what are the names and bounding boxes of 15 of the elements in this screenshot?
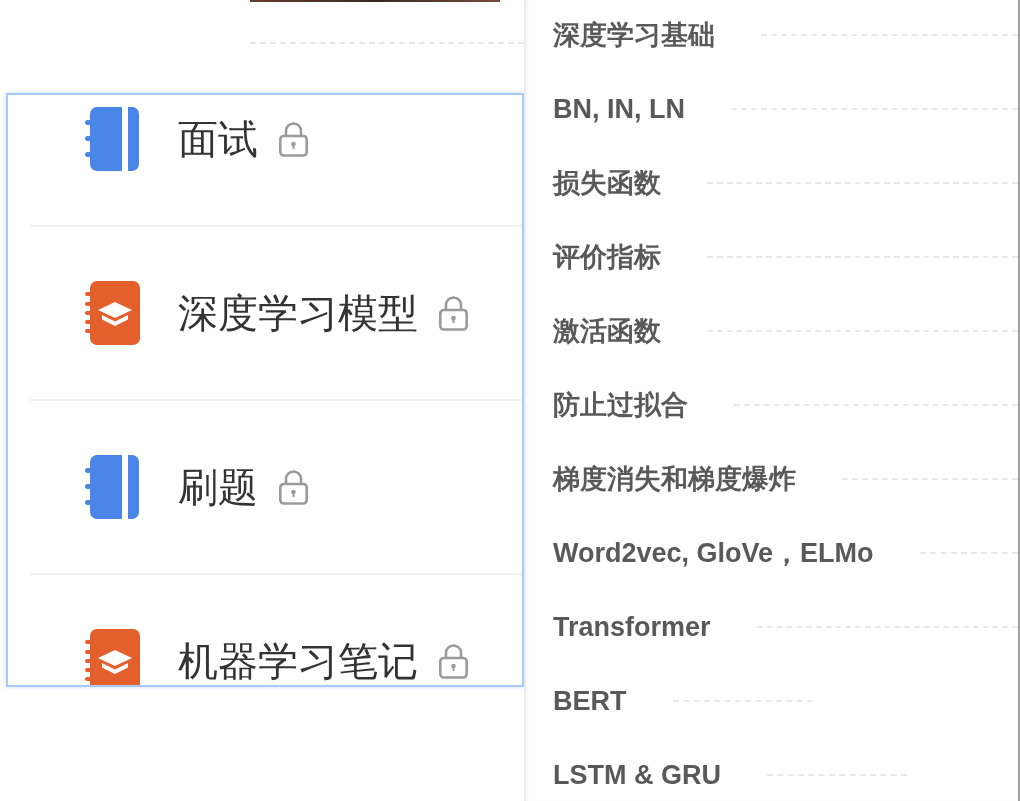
outline-item[interactable]: 防止过拟合 [553, 388, 688, 422]
outline-item[interactable]: 梯度消失和梯度爆炸 [553, 462, 796, 496]
outline-item[interactable]: Word2vec, GloVe，ELMo [553, 536, 874, 570]
outline-item[interactable]: 深度学习基础 [553, 18, 715, 52]
outline-item[interactable]: Transformer [553, 610, 711, 644]
notebook-title[interactable]: 机器学习笔记 [178, 640, 418, 682]
notebook-title[interactable]: 面试 [178, 118, 258, 160]
outline-item[interactable]: BN, IN, LN [553, 92, 685, 126]
outline-item[interactable]: BERT [553, 684, 627, 718]
notebook-title[interactable]: 深度学习模型 [178, 292, 418, 334]
outline-item[interactable]: 评价指标 [553, 240, 661, 274]
notebook-title[interactable]: 刷题 [178, 466, 258, 508]
outline-item[interactable]: 激活函数 [553, 314, 661, 348]
outline-item[interactable]: 损失函数 [553, 166, 661, 200]
outline-item[interactable]: LSTM & GRU [553, 758, 721, 792]
